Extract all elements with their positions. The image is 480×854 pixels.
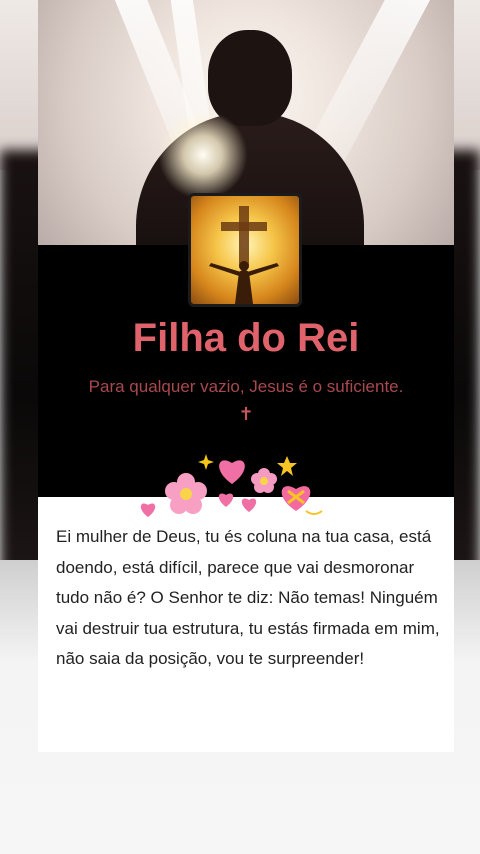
profile-title: Filha do Rei (132, 316, 360, 360)
heart-icon (219, 460, 245, 484)
cross-worship-icon (209, 206, 279, 304)
star-icon (277, 456, 297, 476)
profile-card: Filha do Rei Para qualquer vazio, Jesus … (38, 0, 454, 752)
post-text: Ei mulher de Deus, tu és coluna na tua c… (56, 527, 440, 668)
light-glow (158, 110, 248, 200)
flower-icon (251, 468, 277, 493)
avatar[interactable] (188, 193, 302, 307)
cross-icon: ✝ (238, 404, 254, 424)
profile-subtitle: Para qualquer vazio, Jesus é o suficient… (88, 377, 404, 396)
sparkles-icon (198, 454, 214, 470)
